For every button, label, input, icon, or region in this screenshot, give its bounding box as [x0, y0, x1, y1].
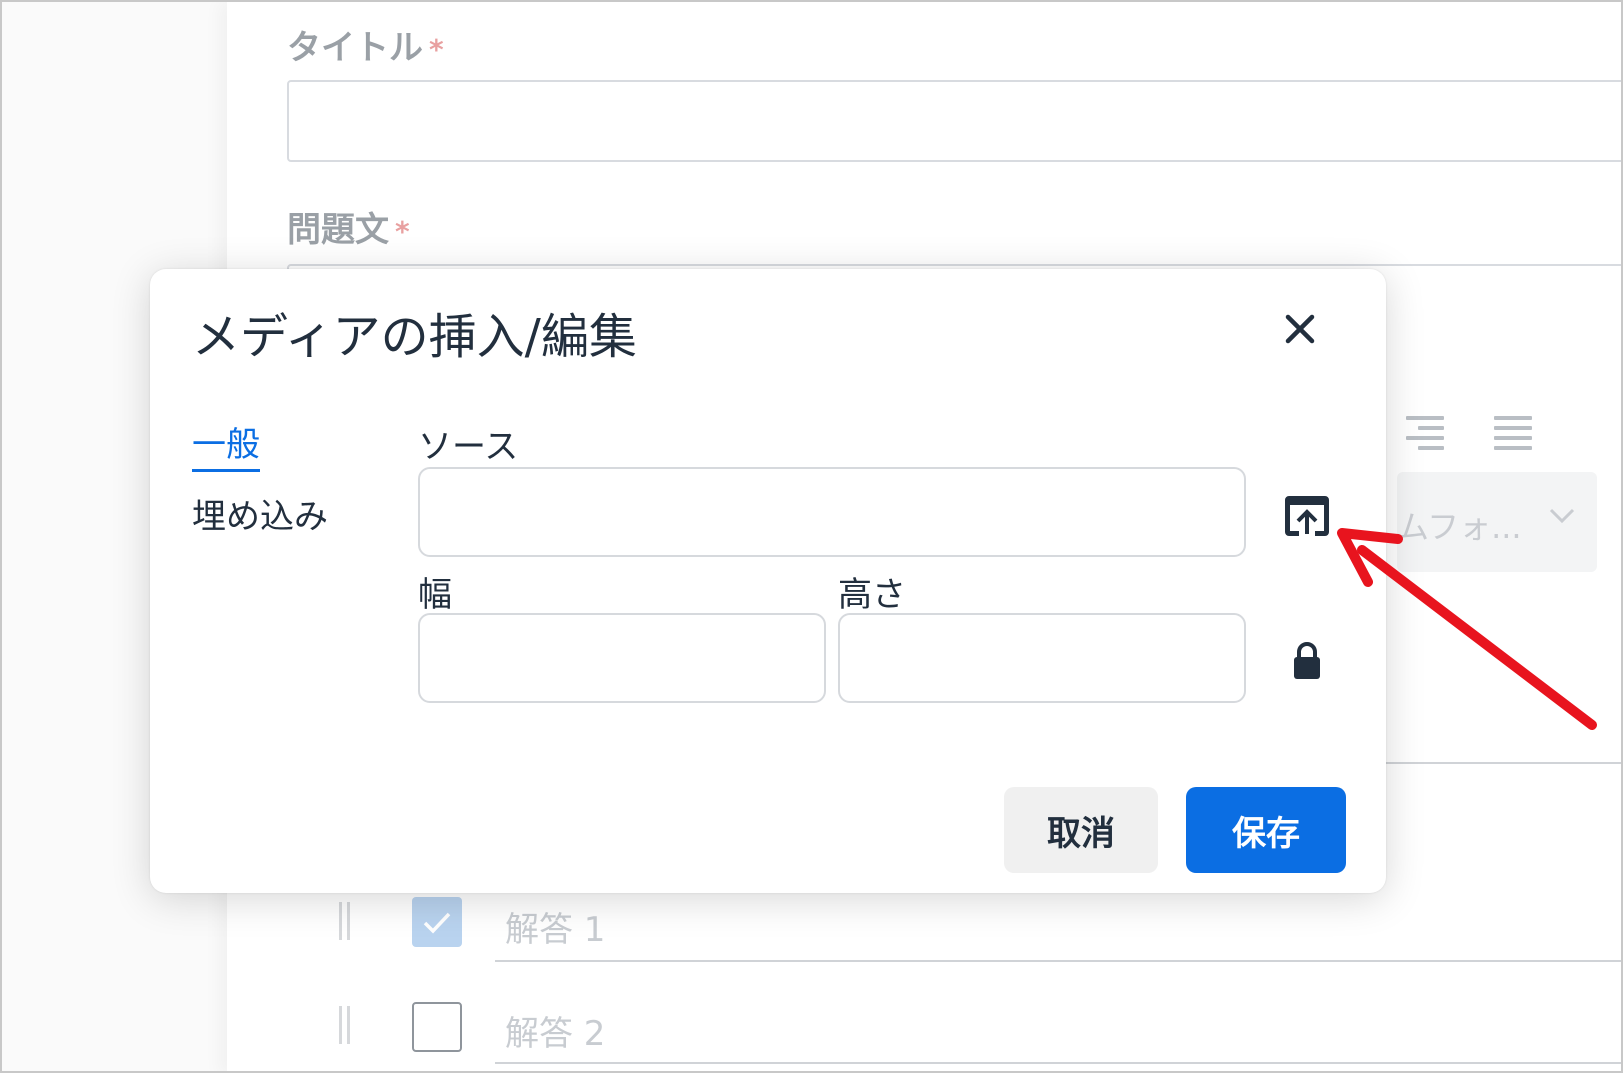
title-field-label: タイトル *	[287, 28, 444, 68]
screenshot-frame: タイトル * 問題文 * ムフォ... 解答 1 解答 2 メディアの挿入/編集…	[0, 0, 1623, 1073]
height-label: 高さ	[838, 575, 906, 615]
media-dialog: メディアの挿入/編集 一般 埋め込み ソース 幅 高さ 取消 保存	[150, 269, 1386, 893]
answer-checkbox[interactable]	[412, 897, 462, 947]
required-mark: *	[395, 215, 410, 248]
align-right-icon[interactable]	[1402, 414, 1446, 454]
width-input[interactable]	[418, 613, 826, 703]
answer-underline	[495, 1062, 1621, 1064]
lock-ratio-button[interactable]	[1277, 631, 1337, 691]
format-select[interactable]: ムフォ...	[1397, 472, 1597, 572]
height-input[interactable]	[838, 613, 1246, 703]
lock-icon	[1294, 642, 1320, 679]
source-input[interactable]	[418, 467, 1246, 557]
answer-label: 解答 2	[505, 1014, 606, 1054]
divider	[1382, 762, 1621, 764]
chevron-down-icon	[1549, 508, 1575, 524]
align-justify-icon[interactable]	[1490, 414, 1534, 454]
tab-general[interactable]: 一般	[192, 417, 260, 472]
format-select-value: ムフォ...	[1397, 508, 1522, 546]
width-label: 幅	[418, 575, 452, 615]
upload-icon	[1285, 496, 1329, 536]
tab-embed[interactable]: 埋め込み	[192, 489, 328, 538]
source-label: ソース	[418, 427, 519, 467]
drag-handle-icon[interactable]	[339, 902, 353, 940]
save-button[interactable]: 保存	[1186, 787, 1346, 873]
close-icon	[1285, 314, 1315, 344]
close-button[interactable]	[1274, 303, 1326, 355]
answer-underline	[495, 960, 1621, 962]
cancel-button[interactable]: 取消	[1004, 787, 1158, 873]
question-field-label: 問題文 *	[287, 210, 410, 250]
check-icon	[423, 912, 451, 934]
answer-label: 解答 1	[505, 910, 606, 950]
title-input[interactable]	[287, 80, 1621, 162]
upload-button[interactable]	[1277, 486, 1337, 546]
answer-checkbox[interactable]	[412, 1002, 462, 1052]
drag-handle-icon[interactable]	[339, 1006, 353, 1044]
required-mark: *	[429, 33, 444, 66]
dialog-title: メディアの挿入/編集	[192, 309, 637, 365]
